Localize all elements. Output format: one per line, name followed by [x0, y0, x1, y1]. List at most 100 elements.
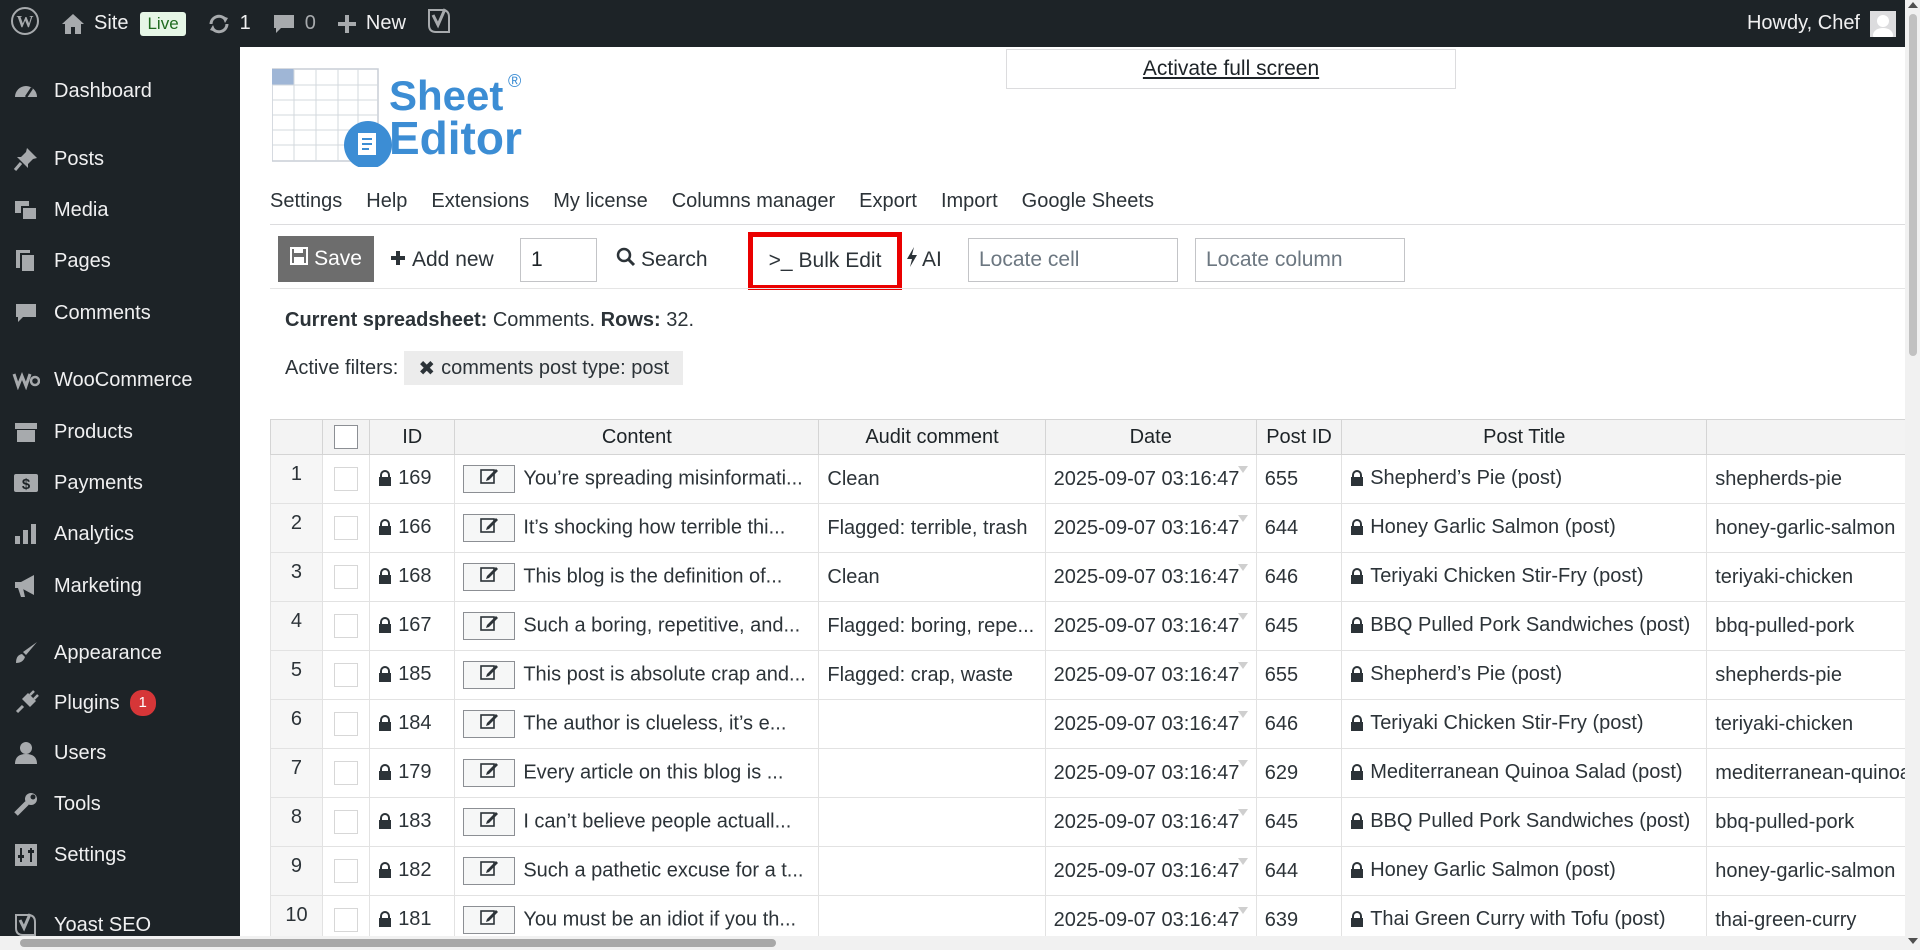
add-new-button[interactable]: Add new: [390, 236, 494, 284]
cell-slug[interactable]: honey-garlic-salmon: [1706, 846, 1920, 896]
row-checkbox[interactable]: [334, 516, 359, 540]
cell-date[interactable]: 2025-09-07 03:16:47: [1044, 846, 1257, 896]
comments-button[interactable]: 0: [261, 0, 326, 47]
activate-full-screen-link[interactable]: Activate full screen: [1143, 57, 1319, 81]
updates-button[interactable]: 1: [196, 0, 261, 47]
sidebar-item-dashboard[interactable]: Dashboard: [0, 71, 240, 111]
cell-audit-comment[interactable]: Flagged: crap, waste: [818, 650, 1046, 700]
row-number[interactable]: 7: [270, 748, 323, 798]
cell-post-title[interactable]: Honey Garlic Salmon (post): [1341, 846, 1708, 896]
cell-slug[interactable]: teriyaki-chicken: [1706, 552, 1920, 602]
vertical-scroll-thumb[interactable]: [1909, 14, 1917, 356]
cell-audit-comment[interactable]: [818, 797, 1046, 847]
vertical-scrollbar[interactable]: [1905, 0, 1920, 950]
scroll-down-arrow-icon[interactable]: [1908, 938, 1918, 944]
nav-extensions[interactable]: Extensions: [431, 190, 529, 224]
cell-post-title[interactable]: Mediterranean Quinoa Salad (post): [1341, 748, 1708, 798]
sidebar-item-media[interactable]: Media: [0, 190, 240, 230]
yoast-button[interactable]: [416, 0, 462, 47]
edit-content-button[interactable]: [463, 612, 516, 640]
cell-post-id[interactable]: 629: [1255, 748, 1343, 798]
cell-date[interactable]: 2025-09-07 03:16:47: [1044, 503, 1257, 553]
cell-id[interactable]: 179: [369, 748, 456, 798]
cell-slug[interactable]: mediterranean-quinoa: [1706, 748, 1920, 798]
cell-content[interactable]: It’s shocking how terrible thi...: [454, 503, 820, 553]
cell-post-id[interactable]: 646: [1255, 699, 1343, 749]
row-number[interactable]: 6: [270, 699, 323, 749]
cell-post-title[interactable]: Honey Garlic Salmon (post): [1341, 503, 1708, 553]
cell-audit-comment[interactable]: Clean: [818, 454, 1046, 504]
row-checkbox[interactable]: [334, 908, 359, 932]
column-header-slug[interactable]: [1706, 419, 1920, 455]
sidebar-item-users[interactable]: Users: [0, 733, 240, 773]
cell-date[interactable]: 2025-09-07 03:16:47: [1044, 797, 1257, 847]
cell-date[interactable]: 2025-09-07 03:16:47: [1044, 454, 1257, 504]
nav-my-license[interactable]: My license: [553, 190, 647, 224]
cell-date[interactable]: 2025-09-07 03:16:47: [1044, 552, 1257, 602]
edit-content-button[interactable]: [463, 514, 516, 542]
account-menu[interactable]: Howdy, Chef: [1747, 10, 1920, 37]
cell-content[interactable]: Such a boring, repetitive, and...: [454, 601, 820, 651]
filter-chip[interactable]: ✖ comments post type: post: [404, 351, 684, 385]
row-number[interactable]: 8: [270, 797, 323, 847]
search-button[interactable]: Search: [616, 236, 708, 284]
row-number[interactable]: 5: [270, 650, 323, 700]
row-number[interactable]: 3: [270, 552, 323, 602]
cell-audit-comment[interactable]: Flagged: terrible, trash: [818, 503, 1046, 553]
cell-audit-comment[interactable]: Flagged: boring, repe...: [818, 601, 1046, 651]
cell-id[interactable]: 166: [369, 503, 456, 553]
cell-date[interactable]: 2025-09-07 03:16:47: [1044, 601, 1257, 651]
cell-date[interactable]: 2025-09-07 03:16:47: [1044, 748, 1257, 798]
cell-audit-comment[interactable]: [818, 846, 1046, 896]
cell-post-title[interactable]: Shepherd’s Pie (post): [1341, 454, 1708, 504]
cell-post-id[interactable]: 646: [1255, 552, 1343, 602]
edit-content-button[interactable]: [463, 759, 516, 787]
cell-content[interactable]: Such a pathetic excuse for a t...: [454, 846, 820, 896]
row-number[interactable]: 1: [270, 454, 323, 504]
sidebar-item-marketing[interactable]: Marketing: [0, 566, 240, 606]
column-header-post-title[interactable]: Post Title: [1341, 419, 1708, 455]
cell-post-id[interactable]: 644: [1255, 503, 1343, 553]
cell-slug[interactable]: bbq-pulled-pork: [1706, 601, 1920, 651]
bulk-edit-button[interactable]: >_ Bulk Edit: [748, 232, 902, 290]
cell-content[interactable]: This post is absolute crap and...: [454, 650, 820, 700]
select-all-checkbox[interactable]: [334, 425, 359, 449]
sidebar-item-analytics[interactable]: Analytics: [0, 514, 240, 554]
row-checkbox[interactable]: [334, 761, 359, 785]
locate-cell-input[interactable]: [968, 238, 1178, 282]
edit-content-button[interactable]: [463, 808, 516, 836]
ai-button[interactable]: AI: [906, 236, 942, 284]
row-checkbox[interactable]: [334, 467, 359, 491]
cell-content[interactable]: The author is clueless, it’s e...: [454, 699, 820, 749]
cell-id[interactable]: 185: [369, 650, 456, 700]
cell-post-id[interactable]: 655: [1255, 454, 1343, 504]
cell-post-title[interactable]: Shepherd’s Pie (post): [1341, 650, 1708, 700]
remove-filter-icon[interactable]: ✖: [418, 356, 435, 381]
cell-id[interactable]: 168: [369, 552, 456, 602]
row-number[interactable]: 4: [270, 601, 323, 651]
cell-audit-comment[interactable]: Clean: [818, 552, 1046, 602]
column-header-date[interactable]: Date: [1044, 419, 1257, 455]
cell-id[interactable]: 183: [369, 797, 456, 847]
cell-audit-comment[interactable]: [818, 748, 1046, 798]
locate-column-input[interactable]: [1195, 238, 1405, 282]
cell-post-id[interactable]: 645: [1255, 797, 1343, 847]
sidebar-item-products[interactable]: Products: [0, 412, 240, 452]
wordpress-logo-button[interactable]: W: [0, 0, 50, 47]
edit-content-button[interactable]: [463, 710, 516, 738]
edit-content-button[interactable]: [463, 857, 516, 885]
row-checkbox[interactable]: [334, 712, 359, 736]
cell-id[interactable]: 169: [369, 454, 456, 504]
nav-google-sheets[interactable]: Google Sheets: [1022, 190, 1154, 224]
column-header-id[interactable]: ID: [369, 419, 456, 455]
column-header-audit-comment[interactable]: Audit comment: [818, 419, 1046, 455]
cell-post-title[interactable]: BBQ Pulled Pork Sandwiches (post): [1341, 797, 1708, 847]
cell-content[interactable]: This blog is the definition of...: [454, 552, 820, 602]
horizontal-scrollbar[interactable]: [0, 936, 1905, 950]
sidebar-item-pages[interactable]: Pages: [0, 241, 240, 281]
cell-post-id[interactable]: 644: [1255, 846, 1343, 896]
cell-post-title[interactable]: Teriyaki Chicken Stir-Fry (post): [1341, 552, 1708, 602]
cell-post-title[interactable]: Teriyaki Chicken Stir-Fry (post): [1341, 699, 1708, 749]
edit-content-button[interactable]: [463, 661, 516, 689]
sidebar-item-comments[interactable]: Comments: [0, 293, 240, 333]
